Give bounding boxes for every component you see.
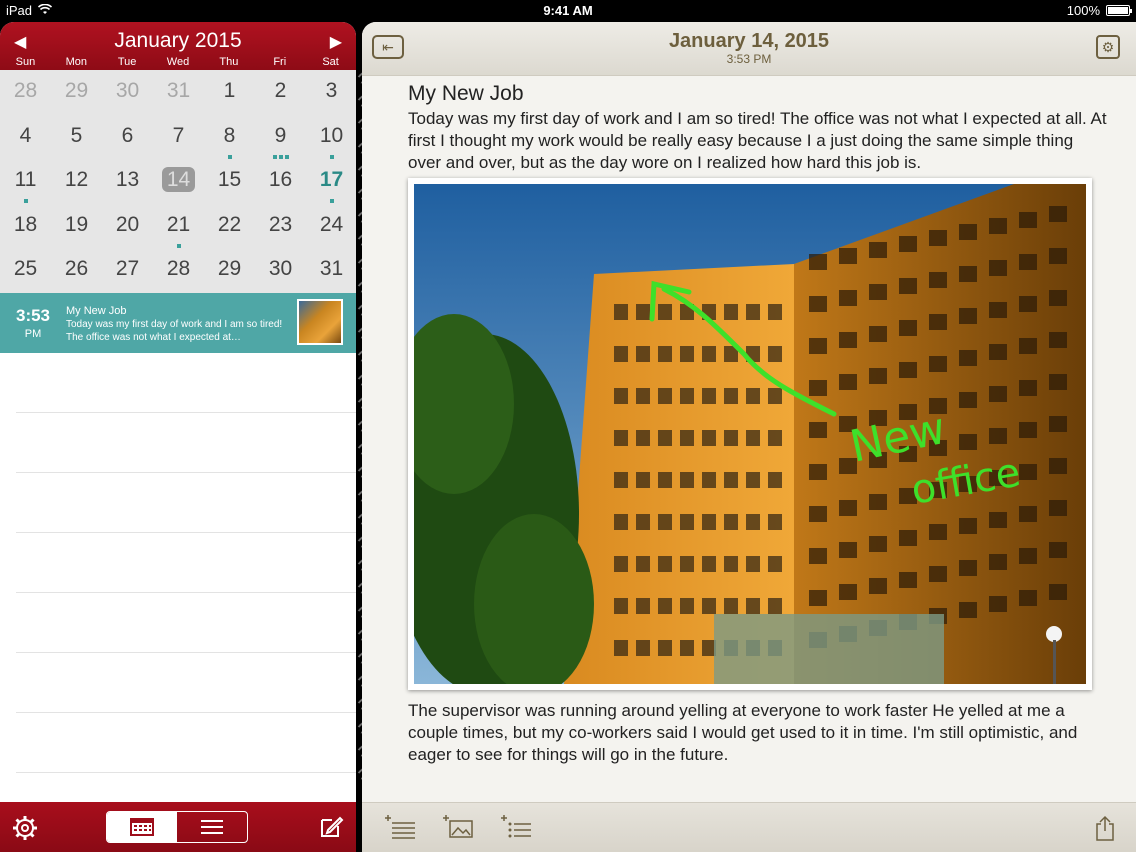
calendar-day-selected[interactable]: 14: [153, 159, 204, 204]
weekday-label: Fri: [273, 56, 287, 68]
calendar-day[interactable]: 21: [153, 204, 204, 249]
calendar-day[interactable]: 31: [153, 70, 204, 115]
calendar-day[interactable]: 30: [102, 70, 153, 115]
entry-photo[interactable]: New office: [408, 178, 1092, 690]
entry-title: My New Job: [66, 305, 127, 317]
entry-list-item[interactable]: 3:53 PM My New Job Today was my first da…: [0, 293, 356, 353]
calendar-day[interactable]: 8: [204, 115, 255, 160]
calendar-header: ◀ January 2015 ▶ Sun Mon Tue Wed Thu Fri…: [0, 22, 356, 70]
entry-thumbnail: [297, 299, 343, 345]
entry-indicator: [306, 195, 356, 204]
journal-date: January 14, 2015: [668, 30, 830, 52]
calendar-day[interactable]: 15: [204, 159, 255, 204]
calendar-day[interactable]: 7: [153, 115, 204, 160]
calendar-view-icon: [130, 818, 154, 836]
calendar-day[interactable]: 18: [0, 204, 51, 249]
gear-icon[interactable]: [12, 815, 38, 847]
list-view-button[interactable]: [177, 812, 247, 842]
calendar-day[interactable]: 26: [51, 248, 102, 293]
add-list-icon[interactable]: [500, 815, 532, 845]
calendar-day[interactable]: 2: [255, 70, 306, 115]
weekday-label: Wed: [166, 56, 190, 68]
status-bar: iPad 9:41 AM 100%: [0, 0, 1136, 22]
calendar-day[interactable]: 13: [102, 159, 153, 204]
calendar-day[interactable]: 29: [51, 70, 102, 115]
share-icon[interactable]: [1094, 815, 1116, 847]
calendar-day[interactable]: 29: [204, 248, 255, 293]
calendar-day[interactable]: 27: [102, 248, 153, 293]
journal-header: ⇤ January 14, 2015 3:53 PM ⚙: [362, 22, 1136, 76]
journal-page: ⇤ January 14, 2015 3:53 PM ⚙ My New Job …: [362, 22, 1136, 852]
entry-indicator: [306, 151, 356, 159]
weekday-header: Sun Mon Tue Wed Thu Fri Sat: [0, 56, 356, 68]
calendar-day[interactable]: 6: [102, 115, 153, 160]
calendar-day[interactable]: 12: [51, 159, 102, 204]
weekday-label: Thu: [219, 56, 239, 68]
calendar-day[interactable]: 22: [204, 204, 255, 249]
sidebar: ◀ January 2015 ▶ Sun Mon Tue Wed Thu Fri…: [0, 22, 356, 852]
entry-settings-button[interactable]: ⚙: [1096, 35, 1120, 59]
calendar-day[interactable]: 31: [306, 248, 356, 293]
calendar-view-button[interactable]: [107, 812, 177, 842]
entry-indicator: [0, 195, 51, 204]
bottom-tabbar: [0, 802, 356, 852]
calendar-day[interactable]: 9: [255, 115, 306, 160]
entry-time: 3:53 PM: [12, 307, 54, 342]
weekday-label: Sun: [15, 56, 36, 68]
entry-indicator: [153, 240, 204, 248]
list-view-icon: [201, 820, 223, 834]
entry-paragraph-2[interactable]: The supervisor was running around yellin…: [408, 700, 1108, 766]
entry-indicator: [255, 151, 306, 159]
calendar-day[interactable]: 3: [306, 70, 356, 115]
calendar-day[interactable]: 28: [153, 248, 204, 293]
calendar-day[interactable]: 28: [0, 70, 51, 115]
calendar-day[interactable]: 11: [0, 159, 51, 204]
weekday-label: Sat: [322, 56, 339, 68]
month-title: January 2015: [114, 29, 242, 52]
entry-ampm: PM: [24, 328, 42, 340]
calendar-day[interactable]: 24: [306, 204, 356, 249]
next-month-button[interactable]: ▶: [330, 32, 342, 52]
compose-icon[interactable]: [318, 814, 344, 846]
calendar-day[interactable]: 16: [255, 159, 306, 204]
calendar-day-today[interactable]: 17: [306, 159, 356, 204]
gear-icon: ⚙: [1101, 39, 1115, 55]
journal-time: 3:53 PM: [726, 52, 772, 66]
calendar-day[interactable]: 19: [51, 204, 102, 249]
entry-heading: My New Job: [408, 82, 524, 105]
add-text-icon[interactable]: [384, 815, 416, 845]
battery-icon: [1106, 5, 1132, 16]
calendar-grid: 28 29 30 31 1 2 3 4 5 6 7 8 9 10 11 12 1…: [0, 70, 356, 294]
entry-indicator: [204, 151, 255, 159]
calendar-day[interactable]: 4: [0, 115, 51, 160]
journal-toolbar: [362, 802, 1136, 852]
calendar-day[interactable]: 5: [51, 115, 102, 160]
entry-paragraph: Today was my first day of work and I am …: [408, 109, 1107, 172]
battery-percent: 100%: [1066, 3, 1100, 18]
calendar-day[interactable]: 23: [255, 204, 306, 249]
add-photo-icon[interactable]: [442, 815, 474, 845]
calendar-day[interactable]: 20: [102, 204, 153, 249]
empty-list-lines: [16, 353, 356, 773]
journal-body[interactable]: My New Job Today was my first day of wor…: [408, 82, 1108, 174]
calendar-day[interactable]: 30: [255, 248, 306, 293]
calendar-day[interactable]: 25: [0, 248, 51, 293]
calendar-day[interactable]: 1: [204, 70, 255, 115]
weekday-label: Tue: [117, 56, 137, 68]
status-time: 9:41 AM: [543, 3, 593, 18]
weekday-label: Mon: [65, 56, 87, 68]
entry-preview: Today was my first day of work and I am …: [66, 319, 283, 343]
view-toggle: [106, 811, 248, 843]
calendar-day[interactable]: 10: [306, 115, 356, 160]
